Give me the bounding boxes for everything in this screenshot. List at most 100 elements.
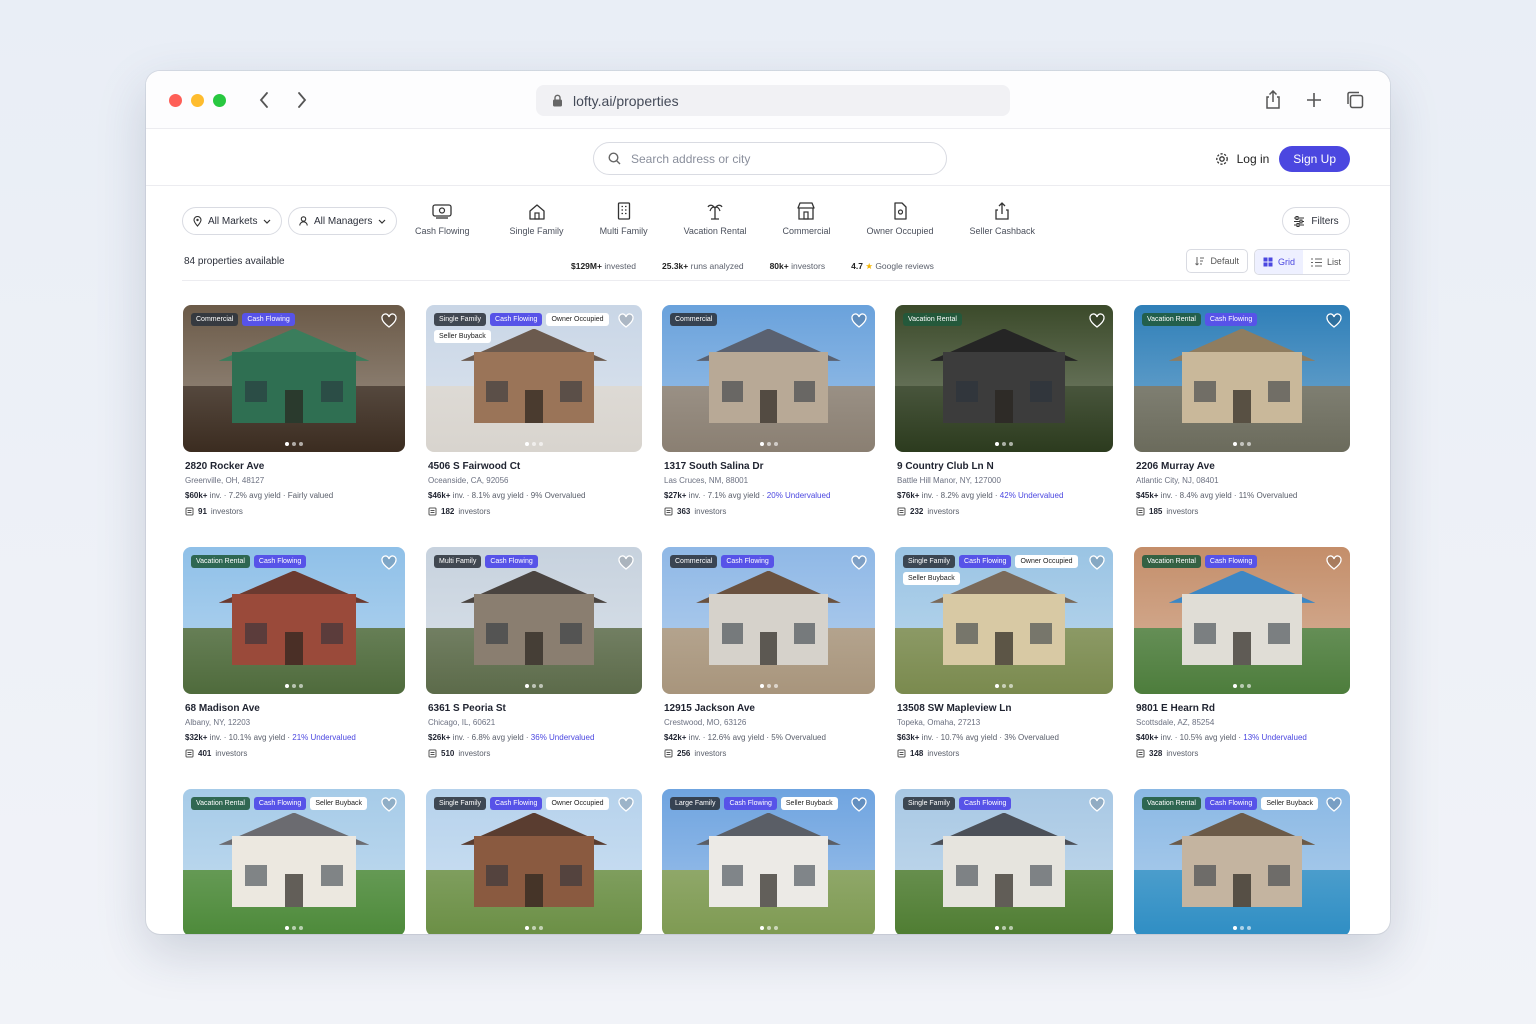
chevron-down-icon [264,219,271,224]
property-card[interactable]: Vacation Rental Cash Flowing 68 Madison Av… [183,547,405,758]
property-photo[interactable]: Single Family Cash Flowing Owner Occupied [426,789,642,934]
property-card[interactable]: Vacation Rental Cash Flowing Seller Buybac… [183,789,405,934]
heart-icon[interactable] [1089,797,1105,813]
minimize-window-button[interactable] [191,94,204,107]
photo-pagination[interactable] [525,684,543,688]
property-card[interactable]: Single Family Cash Flowing Owner Occupied S… [895,547,1113,758]
heart-icon[interactable] [1089,555,1105,571]
property-photo[interactable]: Vacation Rental Cash Flowing Seller Buybac… [1134,789,1350,934]
heart-icon[interactable] [1326,797,1342,813]
category-tab-single-family[interactable]: Single Family [492,201,582,236]
managers-dropdown[interactable]: All Managers [288,207,398,235]
property-photo[interactable]: Single Family Cash Flowing [895,789,1113,934]
photo-pagination[interactable] [1233,684,1251,688]
photo-pagination[interactable] [1233,926,1251,930]
heart-icon[interactable] [381,313,397,329]
login-link[interactable]: Log in [1215,152,1269,166]
share-icon[interactable] [1262,89,1284,111]
heart-icon[interactable] [1089,313,1105,329]
category-label: Cash Flowing [415,226,470,236]
heart-icon[interactable] [1326,313,1342,329]
close-window-button[interactable] [169,94,182,107]
photo-pagination[interactable] [285,684,303,688]
property-card[interactable]: Single Family Cash Flowing Owner Occupied S… [426,305,642,516]
property-card[interactable]: Commercial Cash Flowing 2820 Rocker Ave Gre… [183,305,405,516]
property-photo[interactable]: Commercial [662,305,875,452]
property-photo[interactable]: Vacation Rental Cash Flowing Seller Buybac… [183,789,405,934]
property-address[interactable]: 9 Country Club Ln N [895,461,1113,472]
property-card[interactable]: Large Family Cash Flowing Seller Buyback [662,789,875,934]
photo-pagination[interactable] [1233,442,1251,446]
category-tab-multi-family[interactable]: Multi Family [582,201,666,236]
markets-dropdown[interactable]: All Markets [182,207,283,235]
category-tab-vacation-rental[interactable]: Vacation Rental [666,201,765,236]
category-tab-cash-flowing[interactable]: Cash Flowing [407,201,492,236]
photo-pagination[interactable] [285,926,303,930]
property-photo[interactable]: Vacation Rental Cash Flowing [1134,547,1350,694]
sort-default-button[interactable]: Default [1186,249,1248,273]
property-address[interactable]: 68 Madison Ave [183,703,405,714]
property-photo[interactable]: Single Family Cash Flowing Owner Occupied S… [895,547,1113,694]
property-card[interactable]: Vacation Rental Cash Flowing 2206 Murray A… [1134,305,1350,516]
photo-pagination[interactable] [759,926,778,930]
new-tab-icon[interactable] [1303,89,1325,111]
photo-pagination[interactable] [995,442,1013,446]
category-tab-commercial[interactable]: Commercial [764,201,848,236]
property-card[interactable]: Multi Family Cash Flowing 6361 S Peoria St… [426,547,642,758]
heart-icon[interactable] [381,555,397,571]
photo-pagination[interactable] [995,926,1013,930]
property-address[interactable]: 9801 E Hearn Rd [1134,703,1350,714]
property-photo[interactable]: Vacation Rental Cash Flowing [183,547,405,694]
property-address[interactable]: 6361 S Peoria St [426,703,642,714]
property-card[interactable]: Vacation Rental Cash Flowing Seller Buybac… [1134,789,1350,934]
property-address[interactable]: 1317 South Salina Dr [662,461,875,472]
photo-pagination[interactable] [759,442,778,446]
heart-icon[interactable] [618,797,634,813]
property-photo[interactable]: Multi Family Cash Flowing [426,547,642,694]
property-address[interactable]: 4506 S Fairwood Ct [426,461,642,472]
property-card[interactable]: Commercial Cash Flowing 12915 Jackson Ave C… [662,547,875,758]
search-input[interactable] [631,151,911,166]
property-card[interactable]: Single Family Cash Flowing [895,789,1113,934]
category-tab-seller-cashback[interactable]: Seller Cashback [952,201,1054,236]
property-card[interactable]: Commercial 1317 South Salina Dr Las Cruces… [662,305,875,516]
tabs-overview-icon[interactable] [1344,89,1366,111]
grid-view-button[interactable]: Grid [1254,250,1303,274]
filters-button[interactable]: Filters [1282,207,1350,235]
back-icon[interactable] [253,89,275,111]
photo-pagination[interactable] [995,684,1013,688]
photo-pagination[interactable] [525,442,543,446]
heart-icon[interactable] [381,797,397,813]
property-card[interactable]: Vacation Rental 9 Country Club Ln N Battle… [895,305,1113,516]
heart-icon[interactable] [1326,555,1342,571]
property-address[interactable]: 13508 SW Mapleview Ln [895,703,1113,714]
property-photo[interactable]: Vacation Rental [895,305,1113,452]
heart-icon[interactable] [851,797,867,813]
heart-icon[interactable] [851,313,867,329]
heart-icon[interactable] [618,555,634,571]
property-photo[interactable]: Vacation Rental Cash Flowing [1134,305,1350,452]
property-card[interactable]: Single Family Cash Flowing Owner Occupied [426,789,642,934]
address-bar[interactable]: lofty.ai/properties [536,85,1010,116]
photo-pagination[interactable] [285,442,303,446]
search-bar[interactable] [593,142,947,175]
property-address[interactable]: 2206 Murray Ave [1134,461,1350,472]
property-address[interactable]: 12915 Jackson Ave [662,703,875,714]
property-address[interactable]: 2820 Rocker Ave [183,461,405,472]
property-photo[interactable]: Large Family Cash Flowing Seller Buyback [662,789,875,934]
signup-button[interactable]: Sign Up [1279,146,1350,172]
heart-icon[interactable] [851,555,867,571]
list-view-button[interactable]: List [1303,250,1349,274]
maximize-window-button[interactable] [213,94,226,107]
property-photo[interactable]: Single Family Cash Flowing Owner Occupied S… [426,305,642,452]
property-card[interactable]: Vacation Rental Cash Flowing 9801 E Hearn … [1134,547,1350,758]
forward-icon[interactable] [291,89,313,111]
property-photo[interactable]: Commercial Cash Flowing [183,305,405,452]
investors-icon [1136,507,1145,516]
photo-pagination[interactable] [525,926,543,930]
heart-icon[interactable] [618,313,634,329]
photo-pagination[interactable] [759,684,778,688]
property-photo[interactable]: Commercial Cash Flowing [662,547,875,694]
category-tab-owner-occupied[interactable]: Owner Occupied [848,201,951,236]
building-icon [617,201,631,221]
